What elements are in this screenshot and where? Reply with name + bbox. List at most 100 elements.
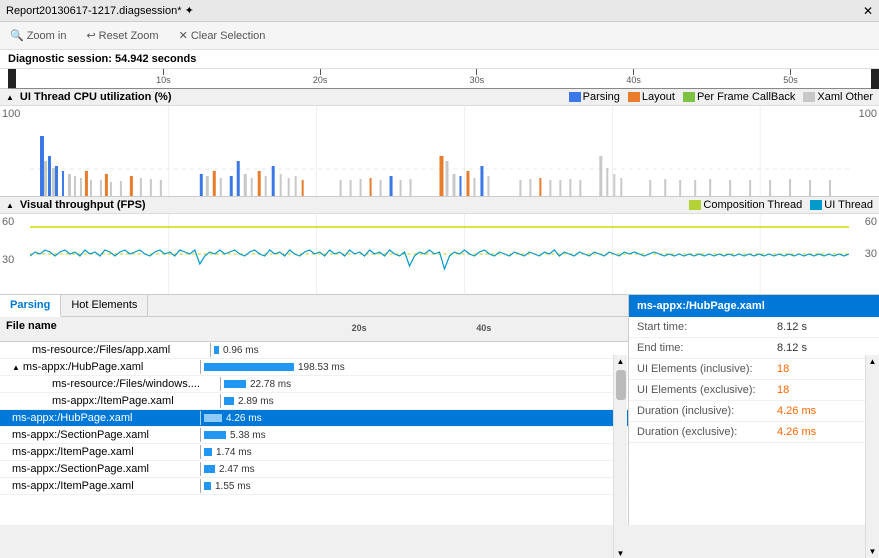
clear-selection-button[interactable]: ✕ Clear Selection	[175, 27, 270, 44]
detail-value: 18	[777, 363, 789, 375]
cpu-y-labels: 100	[0, 106, 30, 196]
scroll-thumb[interactable]	[616, 370, 626, 400]
fps-y-labels: 60 30	[0, 214, 30, 294]
detail-value: 8.12 s	[777, 321, 807, 333]
detail-panel-header: ms-appx:/HubPage.xaml	[629, 295, 879, 317]
tab-hot-elements[interactable]: Hot Elements	[61, 295, 148, 316]
col-filename-header: File name	[6, 320, 206, 338]
bar-fill	[224, 397, 234, 405]
left-panel: Parsing Hot Elements File name 20s 40s m…	[0, 295, 629, 525]
fps-collapse-arrow[interactable]: ▲	[6, 201, 14, 210]
row-bar-area: 2.89 ms	[220, 394, 622, 408]
legend-parsing-label: Parsing	[583, 91, 620, 103]
detail-row-ui-inclusive: UI Elements (inclusive): 18	[629, 359, 879, 380]
legend-comp-color	[689, 200, 701, 210]
legend-xaml-other-color	[803, 92, 815, 102]
legend-ui-thread: UI Thread	[810, 199, 873, 211]
bar-label: 4.26 ms	[226, 413, 262, 424]
bar-line	[200, 479, 201, 493]
table-row[interactable]: ms-appx:/ItemPage.xaml 2.89 ms	[0, 393, 628, 410]
detail-row-ui-exclusive: UI Elements (exclusive): 18	[629, 380, 879, 401]
bar-fill	[204, 465, 215, 473]
mini-tick-20s: 20s	[352, 323, 367, 333]
fps-chart-body: 60 30 60 30	[0, 214, 879, 294]
zoom-in-icon: 🔍	[10, 29, 24, 42]
legend-xaml-other-label: Xaml Other	[817, 91, 873, 103]
fps-legend: Composition Thread UI Thread	[689, 199, 873, 211]
diag-session-duration: 54.942 seconds	[115, 53, 196, 65]
legend-per-frame-color	[683, 92, 695, 102]
table-row[interactable]: ms-appx:/ItemPage.xaml 1.74 ms	[0, 444, 628, 461]
bar-fill	[214, 346, 219, 354]
legend-ui-color	[810, 200, 822, 210]
tick-30s: 30s	[470, 75, 485, 85]
bar-line	[200, 428, 201, 442]
zoom-in-button[interactable]: 🔍 Zoom in	[6, 27, 70, 44]
detail-row-dur-inclusive: Duration (inclusive): 4.26 ms	[629, 401, 879, 422]
detail-row-end-time: End time: 8.12 s	[629, 338, 879, 359]
table-row[interactable]: ▲ ms-appx:/HubPage.xaml 198.53 ms	[0, 359, 628, 376]
legend-ui-label: UI Thread	[824, 199, 873, 211]
legend-comp-label: Composition Thread	[703, 199, 802, 211]
bar-fill	[204, 482, 211, 490]
table-row[interactable]: ms-resource:/Files/windows.... 22.78 ms	[0, 376, 628, 393]
fps-y-right-60: 60	[851, 216, 877, 228]
bar-line	[200, 360, 201, 374]
detail-label: UI Elements (inclusive):	[637, 363, 777, 375]
cpu-chart-body: 100 100	[0, 106, 879, 196]
table-row[interactable]: ms-resource:/Files/app.xaml 0.96 ms	[0, 342, 628, 359]
detail-label: Start time:	[637, 321, 777, 333]
table-body[interactable]: ms-resource:/Files/app.xaml 0.96 ms ▲ ms…	[0, 342, 628, 525]
row-bar-area: 1.74 ms	[200, 445, 622, 459]
bar-line	[220, 377, 221, 391]
detail-label: Duration (inclusive):	[637, 405, 777, 417]
tab-hot-elements-label: Hot Elements	[71, 299, 137, 311]
tick-50s: 50s	[783, 75, 798, 85]
close-button[interactable]: ✕	[863, 4, 873, 18]
legend-xaml-other: Xaml Other	[803, 91, 873, 103]
table-row[interactable]: ms-appx:/SectionPage.xaml 5.38 ms	[0, 427, 628, 444]
scroll-up-arrow[interactable]: ▲	[617, 357, 625, 366]
cpu-chart-svg	[30, 106, 849, 196]
cpu-collapse-arrow[interactable]: ▲	[6, 93, 14, 102]
scroll-down-arrow[interactable]: ▼	[617, 549, 625, 558]
cpu-y-top: 100	[2, 108, 28, 120]
bottom-panel: Parsing Hot Elements File name 20s 40s m…	[0, 295, 879, 525]
detail-panel-title: ms-appx:/HubPage.xaml	[637, 300, 765, 312]
row-name: ms-appx:/HubPage.xaml	[6, 412, 200, 424]
legend-layout-color	[628, 92, 640, 102]
tab-parsing-label: Parsing	[10, 299, 50, 311]
row-bar-area: 1.55 ms	[200, 479, 622, 493]
table-row[interactable]: ms-appx:/SectionPage.xaml 2.47 ms	[0, 461, 628, 478]
row-name: ▲ ms-appx:/HubPage.xaml	[6, 361, 200, 373]
clear-selection-label: Clear Selection	[191, 30, 266, 42]
fps-y-30: 30	[2, 254, 28, 266]
bar-label: 22.78 ms	[250, 379, 291, 390]
cpu-chart-section: ▲ UI Thread CPU utilization (%) Parsing …	[0, 89, 879, 197]
bar-line	[200, 411, 201, 425]
detail-label: End time:	[637, 342, 777, 354]
diag-session-label: Diagnostic session:	[8, 53, 112, 65]
scrollbar-v[interactable]: ▲ ▼	[613, 355, 627, 558]
bar-label: 2.89 ms	[238, 396, 274, 407]
fps-chart-header: ▲ Visual throughput (FPS) Composition Th…	[0, 197, 879, 214]
fps-y-right-30: 30	[851, 248, 877, 260]
collapse-arrow: ▲	[12, 363, 20, 372]
row-bar-area: 0.96 ms	[210, 343, 622, 357]
col-bar-header: 20s 40s	[206, 320, 622, 338]
tick-40s: 40s	[626, 75, 641, 85]
right-scroll-up[interactable]: ▲	[869, 357, 877, 366]
bar-label: 1.55 ms	[215, 481, 251, 492]
row-name: ms-appx:/ItemPage.xaml	[6, 446, 200, 458]
table-row-selected[interactable]: ms-appx:/HubPage.xaml 4.26 ms	[0, 410, 628, 427]
reset-zoom-button[interactable]: ↩ Reset Zoom	[82, 27, 162, 44]
table-row[interactable]: ms-appx:/ItemPage.xaml 1.55 ms	[0, 478, 628, 495]
legend-layout: Layout	[628, 91, 675, 103]
zoom-in-label: Zoom in	[27, 30, 67, 42]
right-panel: ms-appx:/HubPage.xaml Start time: 8.12 s…	[629, 295, 879, 525]
legend-comp-thread: Composition Thread	[689, 199, 802, 211]
title-bar-text: Report20130617-1217.diagsession* ✦	[6, 4, 863, 17]
tab-parsing[interactable]: Parsing	[0, 295, 61, 317]
right-scroll-down[interactable]: ▼	[869, 547, 877, 556]
right-panel-scrollbar[interactable]: ▲ ▼	[865, 355, 879, 558]
